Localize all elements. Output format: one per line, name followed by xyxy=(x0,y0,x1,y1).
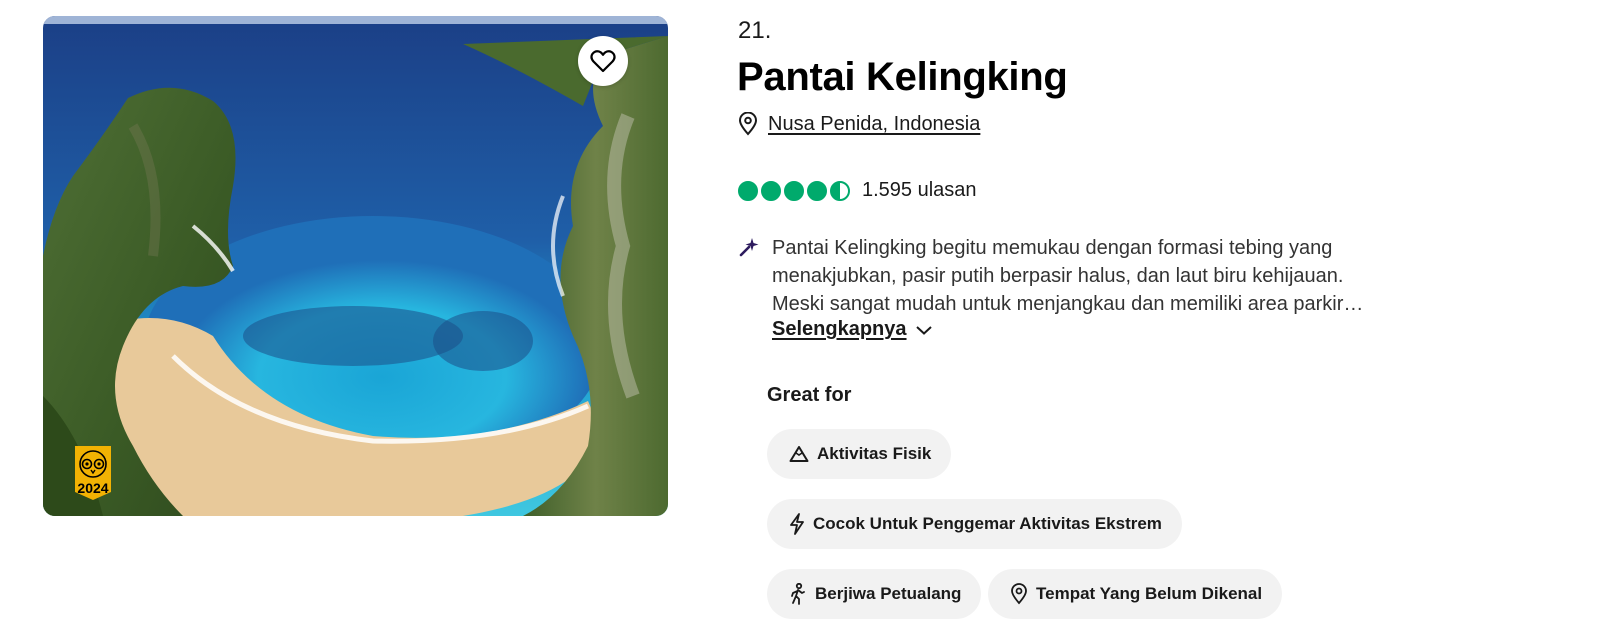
beach-cliff-image xyxy=(43,16,668,516)
tag-chip[interactable]: Berjiwa Petualang xyxy=(767,569,982,619)
read-more-label: Selengkapnya xyxy=(772,318,907,340)
travelers-choice-award-badge: 2024 xyxy=(71,444,115,502)
heart-icon xyxy=(590,50,616,73)
map-pin-icon xyxy=(1011,583,1027,605)
map-pin-icon xyxy=(738,112,758,136)
save-favorite-button[interactable] xyxy=(578,36,628,86)
location: Nusa Penida, Indonesia xyxy=(738,112,980,136)
tag-chip[interactable]: Aktivitas Fisik xyxy=(767,429,952,479)
tag-label: Tempat Yang Belum Dikenal xyxy=(1036,584,1263,603)
tag-chip[interactable]: Tempat Yang Belum Dikenal xyxy=(988,569,1283,619)
great-for-heading: Great for xyxy=(767,384,852,406)
location-link[interactable]: Nusa Penida, Indonesia xyxy=(768,113,980,136)
tag-label: Aktivitas Fisik xyxy=(817,444,932,463)
attraction-photo[interactable] xyxy=(43,16,668,516)
award-year: 2024 xyxy=(77,480,109,496)
ai-sparkle-icon xyxy=(739,238,759,257)
rating[interactable]: 1.595 ulasan xyxy=(738,179,977,202)
rating-bubble-half xyxy=(830,180,850,201)
ranking-number: 21. xyxy=(738,17,772,44)
read-more-button[interactable]: Selengkapnya xyxy=(772,318,933,341)
chevron-down-icon xyxy=(915,325,932,335)
mountain-icon xyxy=(789,446,809,462)
summary-text: Pantai Kelingking begitu memukau dengan … xyxy=(772,237,1364,315)
rating-bubbles xyxy=(738,180,850,201)
tag-chip[interactable]: Cocok Untuk Penggemar Aktivitas Ekstrem xyxy=(767,499,1182,549)
review-count[interactable]: 1.595 ulasan xyxy=(862,179,977,202)
rating-bubble-full xyxy=(784,180,804,201)
rating-bubble-full xyxy=(761,180,781,201)
hiker-icon xyxy=(791,583,805,605)
lightning-icon xyxy=(790,513,804,535)
attraction-title[interactable]: Pantai Kelingking xyxy=(737,55,1068,100)
tag-label: Berjiwa Petualang xyxy=(815,584,962,603)
rating-bubble-full xyxy=(738,180,758,201)
ai-summary: Pantai Kelingking begitu memukau dengan … xyxy=(738,234,1378,341)
tag-label: Cocok Untuk Penggemar Aktivitas Ekstrem xyxy=(813,514,1162,533)
rating-bubble-full xyxy=(807,180,827,201)
